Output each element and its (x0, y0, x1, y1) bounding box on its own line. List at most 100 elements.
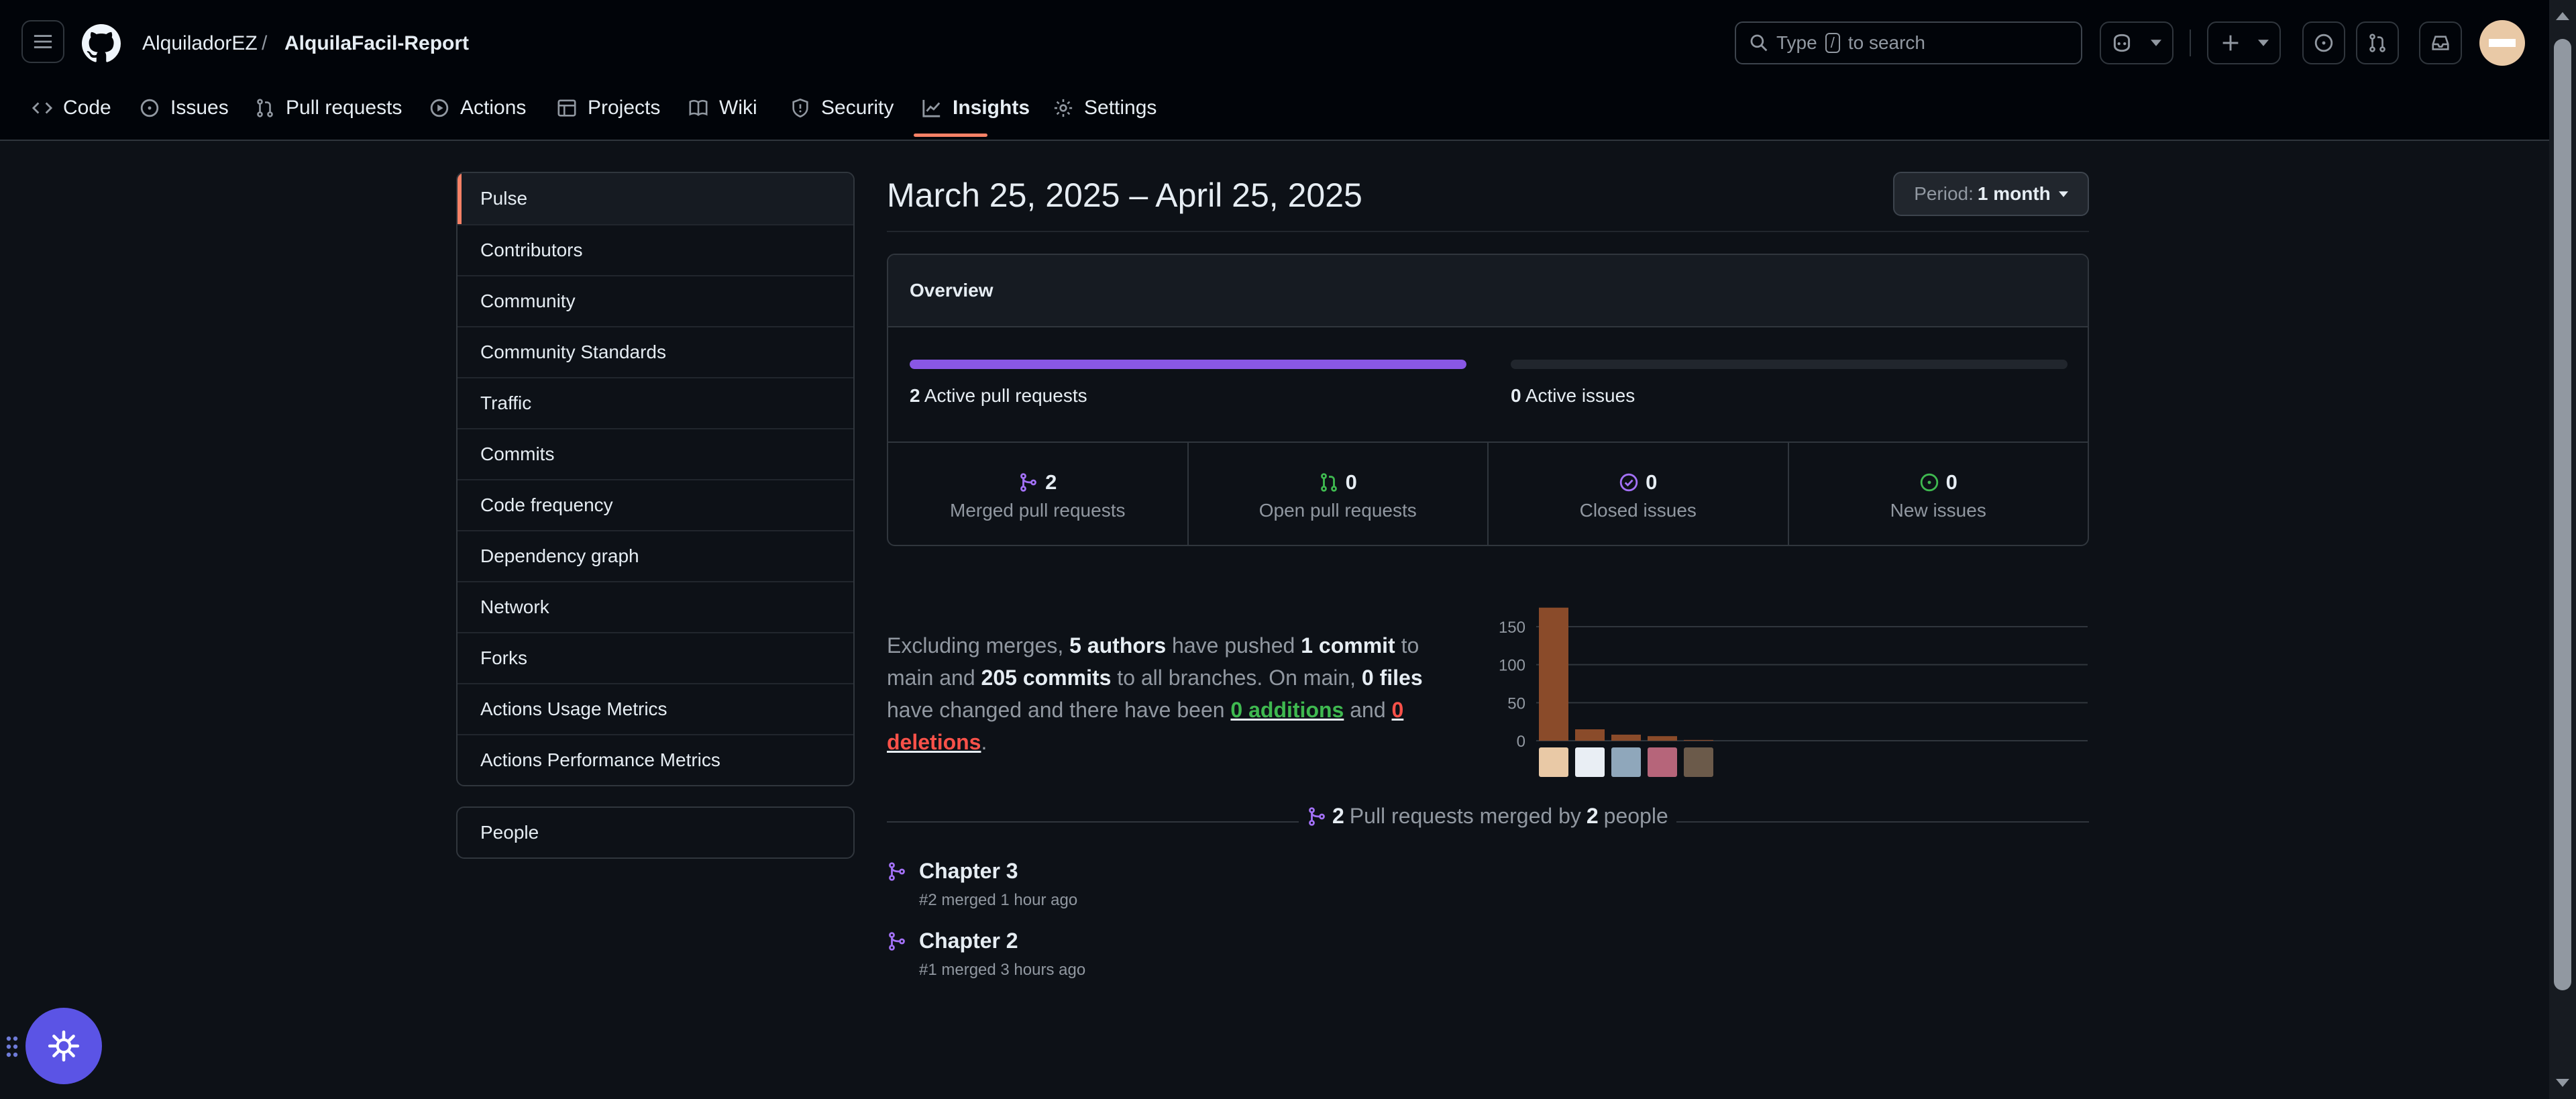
sidebar-item-commits[interactable]: Commits (458, 428, 853, 479)
tab-label: Insights (953, 97, 1030, 119)
inbox-button[interactable] (2419, 21, 2462, 64)
tab-projects[interactable]: Projects (557, 91, 660, 125)
pull-request-icon (1320, 473, 1337, 492)
closed-issues-value: 0 (1646, 470, 1658, 494)
commit-summary: Excluding merges, 5 authors have pushed … (887, 629, 1470, 758)
sparkle-icon (48, 1030, 80, 1062)
sidebar-item-forks[interactable]: Forks (458, 632, 853, 683)
summary-text: have changed and there have been (887, 698, 1225, 722)
additions-link[interactable]: 0 additions (1230, 698, 1344, 722)
pr-meta: #1 merged 3 hours ago (919, 961, 1086, 979)
copilot-button[interactable] (2100, 21, 2174, 64)
search-placeholder-suffix: to search (1847, 32, 1925, 53)
hamburger-icon (34, 35, 52, 48)
chart-y-tick-label: 100 (1499, 657, 1525, 675)
sidebar-item-code-frequency[interactable]: Code frequency (458, 479, 853, 530)
assistant-launcher-button[interactable] (25, 1008, 102, 1084)
tab-issues[interactable]: Issues (140, 91, 229, 125)
chevron-down-icon (2151, 40, 2161, 46)
sidebar-item-label: Community (480, 291, 576, 311)
sidebar-item-community[interactable]: Community (458, 275, 853, 326)
pull-requests-button[interactable] (2356, 21, 2399, 64)
sidebar-item-traffic[interactable]: Traffic (458, 377, 853, 428)
merged-prs-stat[interactable]: 2 Merged pull requests (888, 443, 1187, 545)
contributor-avatar (1575, 747, 1605, 777)
sidebar-item-community-standards[interactable]: Community Standards (458, 326, 853, 377)
merged-prs-heading: 2 Pull requests merged by 2 people (1299, 804, 1676, 829)
menu-button[interactable] (21, 20, 64, 63)
sidebar-item-label: Contributors (480, 240, 583, 260)
active-prs-label[interactable]: 2 Active pull requests (910, 385, 1087, 407)
period-divider (887, 231, 2089, 232)
new-issues-stat[interactable]: 0 New issues (1787, 443, 2088, 545)
shield-icon (792, 98, 808, 118)
repo-header: AlquiladorEZ / AlquilaFacil-Report Type … (0, 0, 2549, 141)
sidebar-item-contributors[interactable]: Contributors (458, 224, 853, 275)
sidebar-item-actions-performance-metrics[interactable]: Actions Performance Metrics (458, 734, 853, 785)
tab-code[interactable]: Code (32, 91, 111, 125)
pull-request-icon (2369, 34, 2385, 52)
pr-title-link[interactable]: Chapter 3 (919, 859, 1018, 884)
new-issues-label: New issues (1890, 500, 1986, 521)
chart-bar (1648, 736, 1677, 741)
tab-insights[interactable]: Insights (922, 91, 1030, 125)
tab-label: Settings (1084, 97, 1157, 119)
period-select-button[interactable]: Period: 1 month (1893, 172, 2089, 216)
avatar[interactable] (2479, 20, 2525, 66)
active-issues-label[interactable]: 0 Active issues (1511, 385, 1635, 407)
summary-text: have pushed (1172, 633, 1295, 658)
tab-settings[interactable]: Settings (1053, 91, 1157, 125)
summary-text: to all branches. On main, (1117, 666, 1356, 690)
sidebar-item-dependency-graph[interactable]: Dependency graph (458, 530, 853, 581)
tab-actions[interactable]: Actions (429, 91, 526, 125)
active-prs-text: Active pull requests (924, 385, 1087, 406)
chart-bar (1684, 739, 1713, 741)
issues-button[interactable] (2302, 21, 2345, 64)
closed-issues-stat[interactable]: 0 Closed issues (1487, 443, 1788, 545)
overview-panel: Overview 2 Active pull requests 0 Active… (887, 254, 2089, 546)
sidebar-item-pulse[interactable]: Pulse (458, 173, 853, 224)
breadcrumb-separator: / (262, 32, 268, 54)
open-prs-stat[interactable]: 0 Open pull requests (1187, 443, 1488, 545)
chart-bar (1539, 607, 1568, 741)
active-prs-progress-fill (910, 360, 1466, 369)
period-label: Period: (1914, 183, 1974, 204)
sidebar-item-label: Traffic (480, 392, 532, 413)
chevron-down-icon (2258, 40, 2269, 46)
header-divider (2190, 30, 2191, 56)
repo-name-link[interactable]: AlquilaFacil-Report (284, 30, 469, 57)
github-logo[interactable] (82, 24, 121, 63)
graph-icon (922, 99, 941, 117)
code-icon (32, 102, 52, 114)
sidebar-item-network[interactable]: Network (458, 581, 853, 632)
tab-security[interactable]: Security (790, 91, 894, 125)
chart-y-tick-label: 150 (1499, 619, 1525, 637)
drag-handle[interactable] (5, 1033, 19, 1060)
period-range-title: March 25, 2025 – April 25, 2025 (887, 176, 1362, 214)
contributor-avatar (1539, 747, 1568, 777)
summary-text: . (981, 730, 987, 754)
merge-icon (1309, 806, 1325, 826)
owner-link[interactable]: AlquiladorEZ (142, 30, 258, 57)
issue-open-icon (1920, 473, 1938, 492)
merge-icon (1020, 473, 1037, 492)
merged-prs-label: Merged pull requests (950, 500, 1126, 521)
pr-title-link[interactable]: Chapter 2 (919, 929, 1018, 953)
summary-commits-all: 205 commits (981, 666, 1112, 690)
tab-wiki[interactable]: Wiki (688, 91, 757, 125)
sidebar-item-people[interactable]: People (456, 806, 855, 859)
issue-closed-icon (1619, 473, 1638, 492)
sidebar-item-actions-usage-metrics[interactable]: Actions Usage Metrics (458, 683, 853, 734)
chart-bar (1575, 729, 1605, 741)
create-new-button[interactable] (2207, 21, 2281, 64)
contributors-chart-svg: 0 50 100 150 (1499, 607, 2088, 777)
tab-pull-requests[interactable]: Pull requests (255, 91, 402, 125)
closed-issues-label: Closed issues (1579, 500, 1697, 521)
sidebar-item-label: Actions Performance Metrics (480, 749, 720, 770)
additions-count: 0 additions (1230, 698, 1344, 722)
search-input[interactable]: Type / to search (1735, 21, 2082, 64)
new-issues-value: 0 (1945, 470, 1957, 494)
sidebar-item-label: Network (480, 596, 549, 617)
scrollbar-thumb[interactable] (2554, 39, 2571, 990)
tab-label: Security (821, 97, 894, 119)
